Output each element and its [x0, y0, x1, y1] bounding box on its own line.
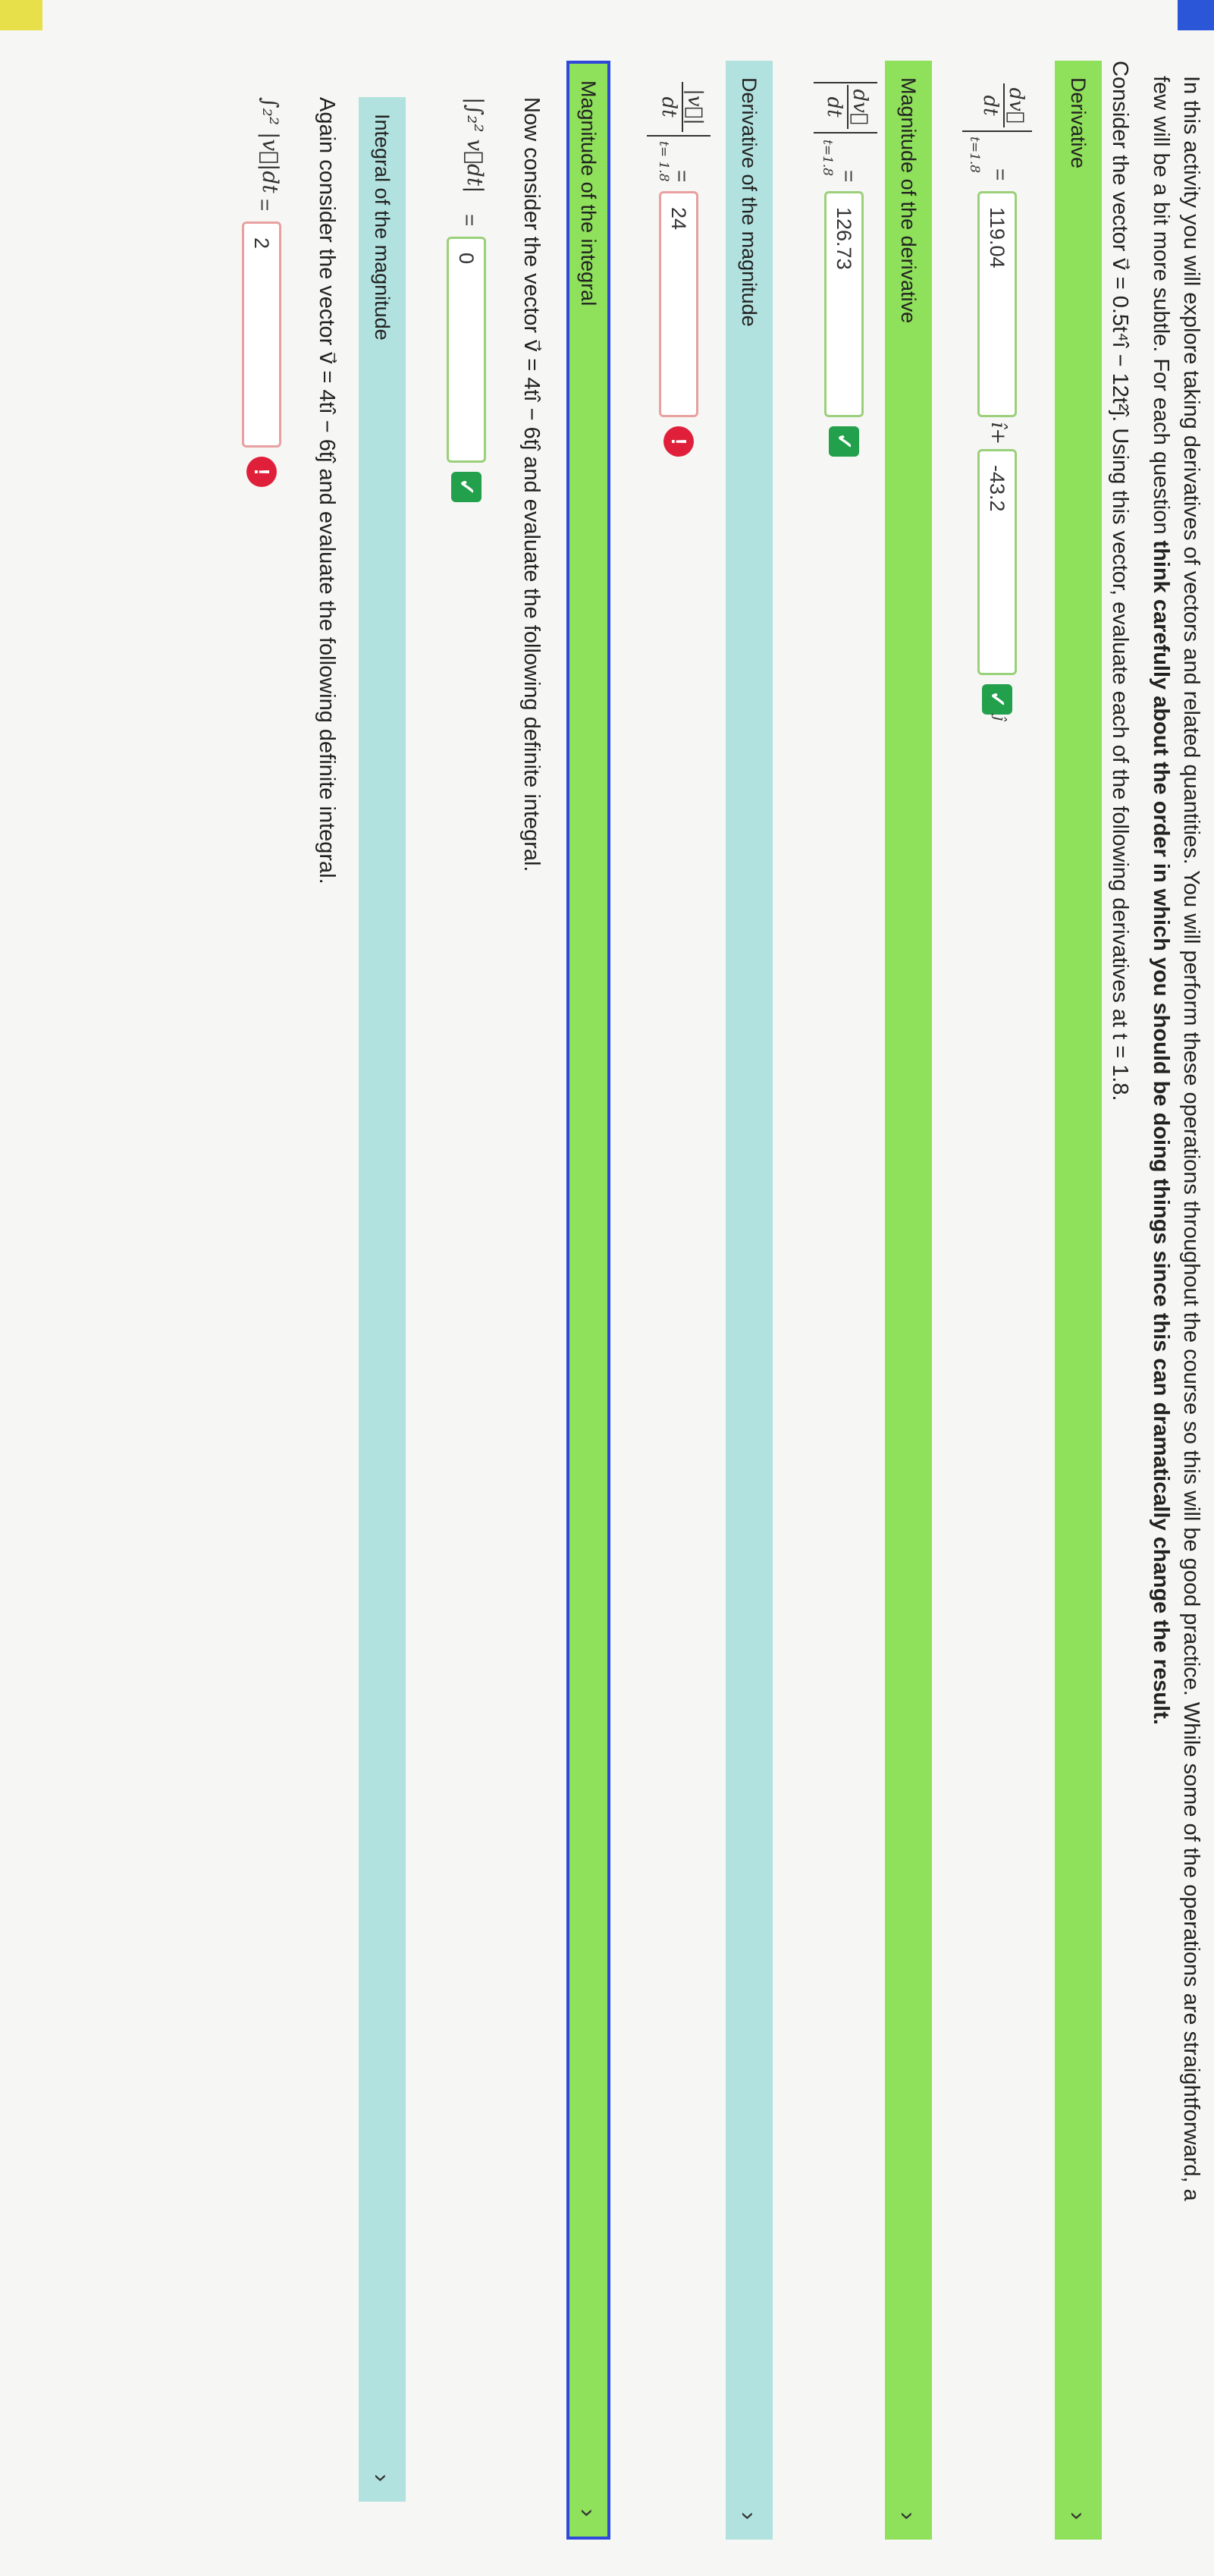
intro-line-1: In this activity you will explore taking… — [1179, 76, 1203, 2201]
section-derivative[interactable]: Derivative › — [1055, 61, 1102, 2540]
equals-sign: = — [989, 168, 1012, 181]
integral-of-magnitude-input[interactable]: 2 — [242, 221, 281, 448]
fraction-numerator: |v⃗| — [682, 82, 706, 132]
section-magnitude-of-integral-title: Magnitude of the integral — [577, 80, 600, 306]
left-marker-yellow — [0, 0, 42, 30]
i-hat-plus: î+ — [987, 422, 1009, 445]
equals-sign: = — [837, 170, 861, 183]
fraction-numerator: dv⃗ — [847, 85, 871, 129]
section-integral-of-magnitude-title: Integral of the magnitude — [371, 114, 394, 341]
section-derivative-of-magnitude-title: Derivative of the magnitude — [738, 77, 761, 327]
correct-check-icon: ✓ — [829, 426, 859, 457]
section-derivative-of-magnitude[interactable]: Derivative of the magnitude › — [726, 61, 773, 2540]
intro-line-2-bold: think carefully about the order in which… — [1149, 540, 1173, 1725]
abs-bar-left — [814, 82, 877, 83]
section-magnitude-of-derivative-title: Magnitude of the derivative — [897, 77, 920, 324]
alert-icon: ! — [246, 457, 277, 487]
equals-sign: = — [670, 170, 694, 183]
fraction-denominator: dt — [657, 96, 680, 118]
again-consider-text: Again consider the vector v⃗ = 4tî − 6tĵ… — [315, 97, 339, 884]
magnitude-derivative-fraction: dv⃗ dt — [823, 85, 871, 129]
left-marker-blue — [1178, 0, 1214, 30]
integral-expression: ∫₂² v⃗dt — [463, 104, 488, 187]
derivative-fraction: dv⃗ dt — [979, 83, 1027, 127]
magnitude-derivative-input[interactable]: 126.73 — [824, 191, 864, 417]
fraction-denominator: dt — [823, 96, 845, 118]
fraction-denominator: dt — [979, 95, 1002, 116]
chevron-right-icon: › — [369, 2474, 396, 2482]
section-integral-of-magnitude[interactable]: Integral of the magnitude › — [359, 97, 406, 2502]
now-consider-text: Now consider the vector v⃗ = 4tî − 6tĵ a… — [519, 97, 544, 872]
alert-icon: ! — [663, 426, 694, 457]
intro-line-2-text: few will be a bit more subtle. For each … — [1149, 76, 1173, 541]
magnitude-integral-expression: |∫₂² v⃗dt| — [463, 97, 488, 193]
section-magnitude-of-integral[interactable]: Magnitude of the integral › — [566, 61, 610, 2540]
evaluation-point: t=1.8 — [967, 137, 982, 174]
evaluation-bar — [647, 135, 711, 137]
derivative-magnitude-input[interactable]: 24 — [659, 191, 698, 417]
chevron-right-icon: › — [895, 2512, 922, 2520]
intro-line-3: Consider the vector v⃗ = 0.5t⁴î − 12t²ĵ.… — [1108, 61, 1132, 1101]
equals-sign: = — [253, 199, 277, 212]
evaluation-bar — [962, 130, 1032, 132]
correct-check-icon: ✓ — [982, 684, 1012, 715]
derivative-j-input[interactable]: -43.2 — [977, 449, 1017, 675]
fraction-numerator: dv⃗ — [1003, 83, 1027, 127]
correct-check-icon: ✓ — [451, 472, 482, 502]
section-derivative-title: Derivative — [1067, 77, 1090, 169]
evaluation-point: t=1.8 — [820, 140, 835, 177]
intro-line-2: few will be a bit more subtle. For each … — [1146, 76, 1176, 1725]
evaluation-point: t= 1.8 — [656, 141, 671, 182]
derivative-i-input[interactable]: 119.04 — [977, 191, 1017, 417]
chevron-right-icon: › — [575, 2508, 602, 2517]
equals-sign: = — [458, 214, 482, 227]
integral-of-magnitude-expression: ∫₂² |v⃗|dt — [258, 97, 283, 193]
activity-page: In this activity you will explore taking… — [0, 0, 1214, 2576]
chevron-right-icon: › — [1065, 2512, 1092, 2520]
chevron-right-icon: › — [736, 2512, 763, 2520]
section-magnitude-of-derivative[interactable]: Magnitude of the derivative › — [885, 61, 932, 2540]
abs-bar-right — [814, 132, 877, 134]
derivative-magnitude-fraction: |v⃗| dt — [657, 82, 706, 132]
j-hat: ĵ — [991, 716, 1009, 721]
magnitude-integral-input[interactable]: 0 — [447, 237, 486, 463]
